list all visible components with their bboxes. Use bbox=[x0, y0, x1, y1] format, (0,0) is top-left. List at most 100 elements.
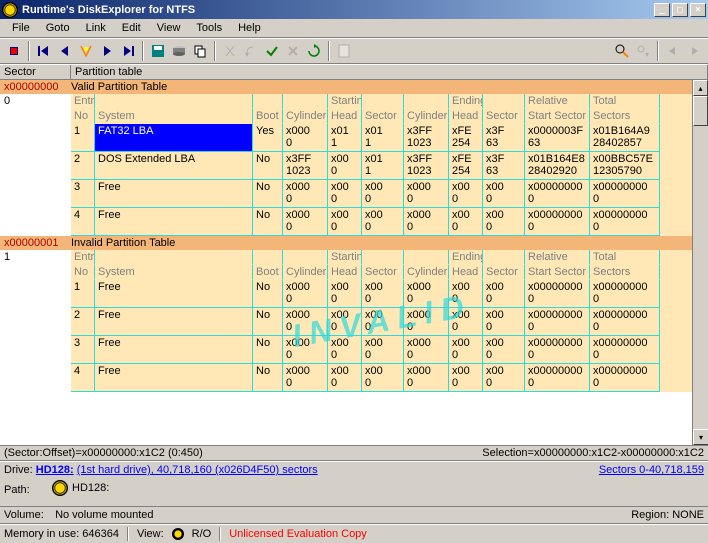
cell-relative: x000000000 bbox=[525, 308, 590, 336]
table-row[interactable]: 4FreeNox0000x000x000x0000x000x000x000000… bbox=[71, 208, 692, 236]
section-header: x00000000Valid Partition Table bbox=[0, 80, 692, 94]
search-button[interactable] bbox=[612, 41, 632, 61]
cell-end-cyl: x3FF1023 bbox=[404, 152, 449, 180]
menu-file[interactable]: File bbox=[4, 20, 38, 36]
cell-start-sector: x000 bbox=[362, 180, 404, 208]
cell-boot: No bbox=[253, 364, 283, 392]
cell-end-sector: x000 bbox=[483, 208, 525, 236]
table-row[interactable]: 3FreeNox0000x000x000x0000x000x000x000000… bbox=[71, 180, 692, 208]
close-button[interactable]: × bbox=[690, 3, 706, 17]
table-row[interactable]: 1FreeNox0000x000x000x0000x000x000x000000… bbox=[71, 280, 692, 308]
cell-end-sector: x000 bbox=[483, 364, 525, 392]
cell-entry-no: 1 bbox=[71, 124, 95, 152]
table-row[interactable]: 3FreeNox0000x000x000x0000x000x000x000000… bbox=[71, 336, 692, 364]
menu-edit[interactable]: Edit bbox=[114, 20, 149, 36]
cell-end-sector: x000 bbox=[483, 336, 525, 364]
cell-total: x000000000 bbox=[590, 308, 660, 336]
header-sector[interactable]: Sector bbox=[0, 65, 71, 79]
menu-goto[interactable]: Goto bbox=[38, 20, 78, 36]
drive-name-link[interactable]: HD128: bbox=[36, 464, 74, 476]
back-button bbox=[663, 41, 683, 61]
save-button[interactable] bbox=[148, 41, 168, 61]
drive-label: Drive: bbox=[4, 464, 33, 476]
section-address: x00000000 bbox=[4, 81, 71, 93]
vertical-scrollbar[interactable]: ▴ ▾ bbox=[692, 80, 708, 445]
ro-label: R/O bbox=[192, 528, 212, 540]
drive-bar: Drive: HD128: (1st hard drive), 40,718,1… bbox=[0, 461, 708, 478]
cell-total: x000000000 bbox=[590, 364, 660, 392]
menu-link[interactable]: Link bbox=[78, 20, 114, 36]
cancel-button bbox=[283, 41, 303, 61]
header-partition[interactable]: Partition table bbox=[71, 65, 708, 79]
section-title: Invalid Partition Table bbox=[71, 237, 175, 249]
cell-start-head: x000 bbox=[328, 280, 362, 308]
goto-button[interactable] bbox=[76, 41, 96, 61]
forward-button bbox=[684, 41, 704, 61]
status-selection-bar: (Sector:Offset)=x00000000:x1C2 (0:450) S… bbox=[0, 445, 708, 461]
cell-end-cyl: x0000 bbox=[404, 180, 449, 208]
section-title: Valid Partition Table bbox=[71, 81, 167, 93]
scroll-down-button[interactable]: ▾ bbox=[693, 429, 708, 445]
cell-end-head: x000 bbox=[449, 180, 483, 208]
drive-desc-link[interactable]: (1st hard drive), 40,718,160 (x026D4F50)… bbox=[77, 464, 318, 476]
sector-number: 0 bbox=[0, 94, 71, 108]
cell-end-sector: x3F63 bbox=[483, 152, 525, 180]
cell-end-sector: x000 bbox=[483, 180, 525, 208]
cell-start-cyl: x0000 bbox=[283, 124, 328, 152]
stop-button[interactable] bbox=[4, 41, 24, 61]
disk-button[interactable] bbox=[169, 41, 189, 61]
view-label: View: bbox=[137, 528, 164, 540]
next-button[interactable] bbox=[97, 41, 117, 61]
last-button[interactable] bbox=[118, 41, 138, 61]
cell-end-sector: x000 bbox=[483, 280, 525, 308]
menu-view[interactable]: View bbox=[149, 20, 189, 36]
cell-start-sector: x000 bbox=[362, 336, 404, 364]
menu-tools[interactable]: Tools bbox=[188, 20, 230, 36]
cell-end-head: x000 bbox=[449, 280, 483, 308]
drive-sectors-link[interactable]: Sectors 0-40,718,159 bbox=[599, 464, 704, 476]
cell-relative: x000000000 bbox=[525, 180, 590, 208]
cell-start-sector: x000 bbox=[362, 280, 404, 308]
window-title: Runtime's DiskExplorer for NTFS bbox=[22, 4, 654, 16]
cell-relative: x000000000 bbox=[525, 280, 590, 308]
selection-label: Selection=x00000000:x1C2-x00000000:x1C2 bbox=[482, 447, 704, 459]
table-row[interactable]: 2DOS Extended LBANox3FF1023x000x011x3FF1… bbox=[71, 152, 692, 180]
menu-help[interactable]: Help bbox=[230, 20, 269, 36]
prev-button[interactable] bbox=[55, 41, 75, 61]
scroll-thumb[interactable] bbox=[693, 96, 708, 126]
first-button[interactable] bbox=[34, 41, 54, 61]
copy-button[interactable] bbox=[190, 41, 210, 61]
minimize-button[interactable]: _ bbox=[654, 3, 670, 17]
cell-entry-no: 2 bbox=[71, 308, 95, 336]
scroll-up-button[interactable]: ▴ bbox=[693, 80, 708, 96]
cell-end-cyl: x0000 bbox=[404, 364, 449, 392]
cell-boot: No bbox=[253, 336, 283, 364]
view-icon bbox=[172, 528, 184, 540]
cell-start-sector: x000 bbox=[362, 308, 404, 336]
cell-start-sector: x000 bbox=[362, 364, 404, 392]
cell-system: Free bbox=[95, 280, 253, 308]
cell-system: Free bbox=[95, 180, 253, 208]
cell-end-cyl: x3FF1023 bbox=[404, 124, 449, 152]
cell-start-cyl: x0000 bbox=[283, 208, 328, 236]
cell-start-cyl: x0000 bbox=[283, 336, 328, 364]
cell-end-head: x000 bbox=[449, 364, 483, 392]
table-row[interactable]: 1FAT32 LBAYesx0000x011x011x3FF1023xFE254… bbox=[71, 124, 692, 152]
table-row[interactable]: 2FreeNox0000x000x000x0000x000x000x000000… bbox=[71, 308, 692, 336]
check-button[interactable] bbox=[262, 41, 282, 61]
sector-number: 1 bbox=[0, 250, 71, 264]
region-value: NONE bbox=[672, 509, 704, 521]
table-header-row: EntryStartingEndingRelativeTotal bbox=[71, 94, 692, 109]
cell-end-head: x000 bbox=[449, 308, 483, 336]
cell-total: x01B164A928402857 bbox=[590, 124, 660, 152]
cell-system: Free bbox=[95, 364, 253, 392]
cell-end-sector: x000 bbox=[483, 308, 525, 336]
cell-start-head: x000 bbox=[328, 364, 362, 392]
refresh-button[interactable] bbox=[304, 41, 324, 61]
table-row[interactable]: 4FreeNox0000x000x000x0000x000x000x000000… bbox=[71, 364, 692, 392]
cell-relative: x01B164E828402920 bbox=[525, 152, 590, 180]
cell-start-cyl: x0000 bbox=[283, 180, 328, 208]
cell-entry-no: 3 bbox=[71, 180, 95, 208]
maximize-button[interactable]: □ bbox=[672, 3, 688, 17]
cell-entry-no: 1 bbox=[71, 280, 95, 308]
